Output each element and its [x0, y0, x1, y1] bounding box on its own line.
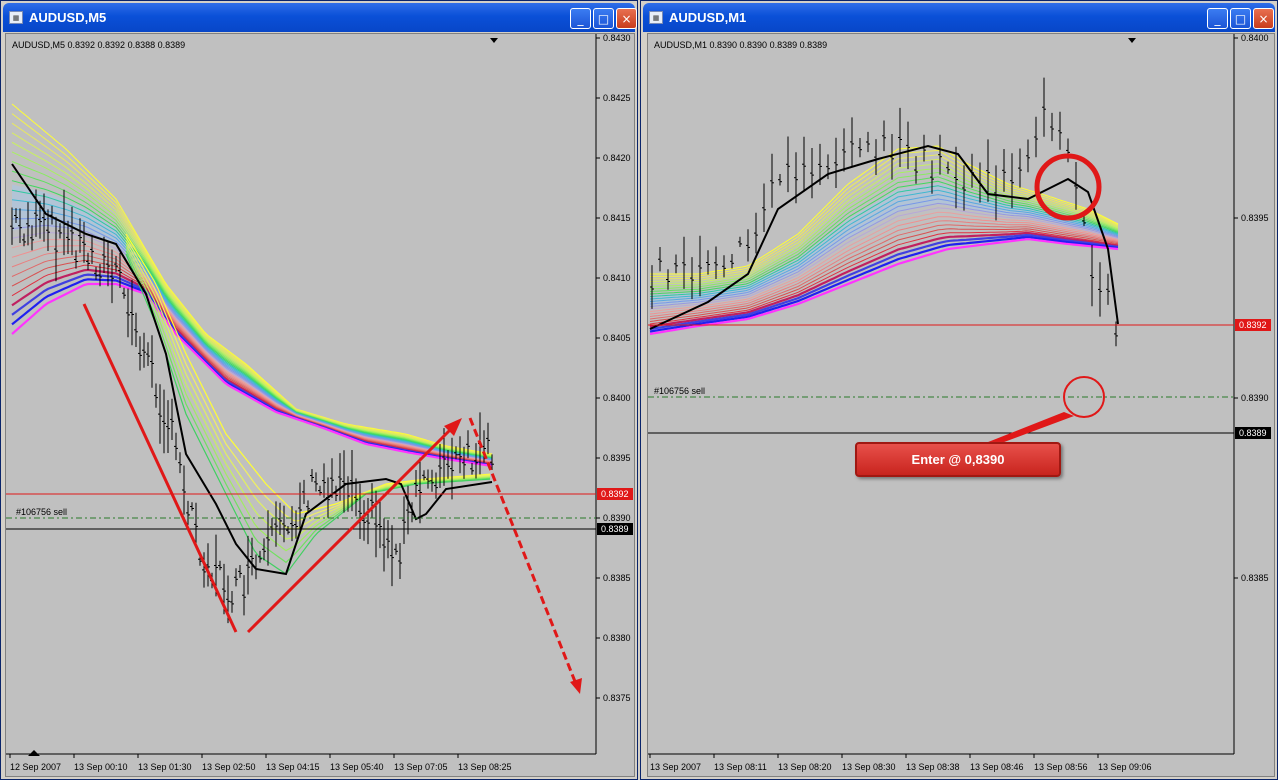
price-scale-label: 0.8385	[1241, 573, 1269, 583]
bid-price-text: 0.8392	[601, 489, 629, 499]
time-label: 13 Sep 08:30	[842, 762, 896, 772]
price-chart-m5[interactable]: AUDUSD,M5 0.8392 0.8392 0.8388 0.8389 #1…	[5, 33, 635, 777]
time-label: 13 Sep 09:06	[1098, 762, 1152, 772]
time-label: 13 Sep 00:10	[74, 762, 128, 772]
time-label: 13 Sep 04:15	[266, 762, 320, 772]
price-scale-label: 0.8395	[603, 453, 631, 463]
bid-price-text: 0.8392	[1239, 320, 1267, 330]
chart-canvas: AUDUSD,M5 0.8392 0.8392 0.8388 0.8389 #1…	[6, 34, 634, 776]
close-button[interactable]: ×	[1253, 8, 1274, 29]
window-title: AUDUSD,M5	[29, 10, 107, 25]
ask-price-text: 0.8389	[601, 524, 629, 534]
maximize-button[interactable]: □	[593, 8, 614, 29]
time-label: 13 Sep 02:50	[202, 762, 256, 772]
price-scale-label: 0.8410	[603, 273, 631, 283]
chart-window-icon: ▦	[649, 11, 663, 24]
price-scale-label: 0.8405	[603, 333, 631, 343]
maximize-button[interactable]: □	[1230, 8, 1251, 29]
time-label: 13 Sep 08:56	[1034, 762, 1088, 772]
time-label: 12 Sep 2007	[10, 762, 61, 772]
chart-canvas: AUDUSD,M1 0.8390 0.8390 0.8389 0.8389 #1…	[648, 34, 1274, 776]
time-label: 13 Sep 08:11	[714, 762, 767, 772]
price-chart-m1[interactable]: AUDUSD,M1 0.8390 0.8390 0.8389 0.8389 #1…	[647, 33, 1275, 777]
price-scale-label: 0.8395	[1241, 213, 1269, 223]
price-scale-label: 0.8390	[1241, 393, 1269, 403]
time-label: 13 Sep 01:30	[138, 762, 192, 772]
price-scale-label: 0.8385	[603, 573, 631, 583]
minimize-button[interactable]: _	[570, 8, 591, 29]
close-button[interactable]: ×	[616, 8, 637, 29]
window-title-bar[interactable]: ▦ AUDUSD,M1 _ □ ×	[643, 3, 1275, 32]
price-scale-label: 0.8375	[603, 693, 631, 703]
time-label: 13 Sep 2007	[650, 762, 701, 772]
time-label: 13 Sep 08:25	[458, 762, 512, 772]
price-scale-label: 0.8380	[603, 633, 631, 643]
order-label: #106756 sell	[654, 386, 705, 396]
order-label: #106756 sell	[16, 507, 67, 517]
price-scale-label: 0.8415	[603, 213, 631, 223]
window-title: AUDUSD,M1	[669, 10, 747, 25]
price-scale-label: 0.8425	[603, 93, 631, 103]
price-scale-label: 0.8400	[603, 393, 631, 403]
price-scale-label: 0.8420	[603, 153, 631, 163]
price-scale-label: 0.8430	[603, 34, 631, 43]
price-scale-label: 0.8390	[603, 513, 631, 523]
ask-price-text: 0.8389	[1239, 428, 1267, 438]
minimize-button[interactable]: _	[1207, 8, 1228, 29]
chart-window-m1: ▦ AUDUSD,M1 _ □ × AUDUSD,M1 0.8390 0.839…	[640, 0, 1278, 780]
chart-info-text: AUDUSD,M1 0.8390 0.8390 0.8389 0.8389	[654, 40, 827, 50]
window-title-bar[interactable]: ▦ AUDUSD,M5 _ □ ×	[3, 3, 637, 32]
time-label: 13 Sep 05:40	[330, 762, 384, 772]
chart-window-icon: ▦	[9, 11, 23, 24]
chart-window-m5: ▦ AUDUSD,M5 _ □ × AUDUSD,M5 0.8392 0.839…	[0, 0, 638, 780]
time-label: 13 Sep 08:20	[778, 762, 832, 772]
entry-callout: Enter @ 0,8390	[855, 442, 1061, 477]
price-scale-label: 0.8400	[1241, 34, 1269, 43]
time-label: 13 Sep 07:05	[394, 762, 448, 772]
time-label: 13 Sep 08:46	[970, 762, 1024, 772]
chart-info-text: AUDUSD,M5 0.8392 0.8392 0.8388 0.8389	[12, 40, 185, 50]
time-label: 13 Sep 08:38	[906, 762, 960, 772]
